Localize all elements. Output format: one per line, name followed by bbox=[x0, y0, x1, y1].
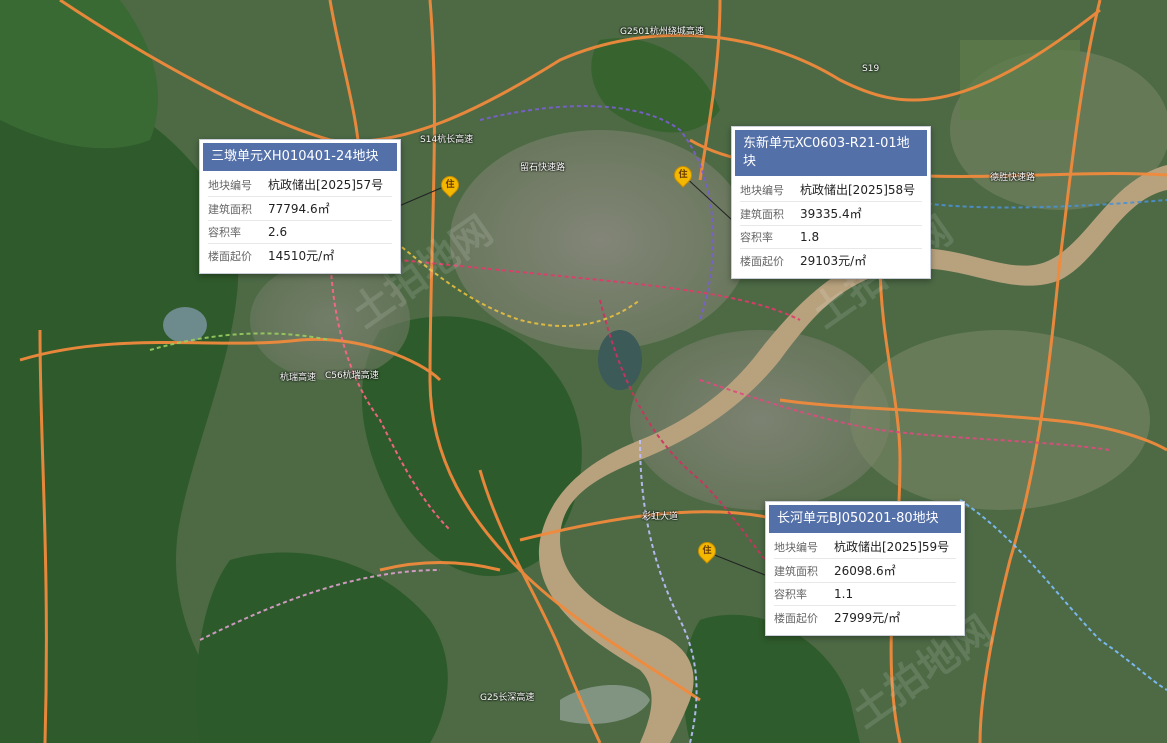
road-label: 彩虹大道 bbox=[642, 512, 679, 522]
row-key: 容积率 bbox=[740, 225, 800, 249]
road-label: 德胜快速路 bbox=[990, 173, 1036, 183]
row-value: 1.1 bbox=[834, 582, 956, 606]
parcel-info-table: 地块编号 杭政储出[2025]59号 建筑面积 26098.6㎡ 容积率 1.1 楼面… bbox=[774, 535, 956, 629]
parcel-popup-changhe: 长河单元BJ050201-80地块 地块编号 杭政储出[2025]59号 建筑面积… bbox=[765, 501, 965, 636]
table-row: 楼面起价 14510元/㎡ bbox=[208, 244, 392, 268]
parcel-popup-sandun: 三墩单元XH010401-24地块 地块编号 杭政储出[2025]57号 建筑面积… bbox=[199, 139, 401, 274]
road-label: 杭瑞高速 bbox=[280, 373, 317, 383]
row-key: 容积率 bbox=[774, 582, 834, 606]
row-key: 建筑面积 bbox=[740, 201, 800, 226]
parcel-info-table: 地块编号 杭政储出[2025]58号 建筑面积 39335.4㎡ 容积率 1.8 楼面… bbox=[740, 178, 922, 272]
row-key: 建筑面积 bbox=[208, 196, 268, 221]
row-value: 2.6 bbox=[268, 220, 392, 244]
row-value: 29103元/㎡ bbox=[800, 254, 867, 268]
row-value: 39335.4㎡ bbox=[800, 201, 922, 226]
row-key: 建筑面积 bbox=[774, 558, 834, 583]
table-row: 容积率 2.6 bbox=[208, 220, 392, 244]
table-row: 建筑面积 26098.6㎡ bbox=[774, 558, 956, 583]
row-value: 26098.6㎡ bbox=[834, 558, 956, 583]
popup-title: 东新单元XC0603-R21-01地块 bbox=[735, 130, 927, 176]
row-value: 杭政储出[2025]58号 bbox=[800, 178, 922, 202]
table-row: 地块编号 杭政储出[2025]58号 bbox=[740, 178, 922, 202]
pin-glyph: 住 bbox=[702, 546, 712, 556]
road-label: S14杭长高速 bbox=[420, 135, 474, 145]
row-value: 1.8 bbox=[800, 225, 922, 249]
parcel-info-table: 地块编号 杭政储出[2025]57号 建筑面积 77794.6㎡ 容积率 2.6 楼面… bbox=[208, 173, 392, 267]
pin-glyph: 住 bbox=[678, 170, 688, 180]
road-label: G2501杭州绕城高速 bbox=[620, 27, 704, 37]
row-key: 楼面起价 bbox=[774, 611, 818, 625]
table-row: 容积率 1.1 bbox=[774, 582, 956, 606]
road-label: 留石快速路 bbox=[520, 163, 566, 173]
row-value: 27999元/㎡ bbox=[834, 611, 901, 625]
parcel-popup-dongxin: 东新单元XC0603-R21-01地块 地块编号 杭政储出[2025]58号 建筑… bbox=[731, 126, 931, 279]
road-label: S19 bbox=[862, 64, 880, 74]
table-row: 楼面起价 27999元/㎡ bbox=[774, 606, 956, 630]
table-row: 地块编号 杭政储出[2025]59号 bbox=[774, 535, 956, 559]
table-row: 楼面起价 29103元/㎡ bbox=[740, 249, 922, 273]
pin-glyph: 住 bbox=[445, 180, 455, 190]
popup-title: 长河单元BJ050201-80地块 bbox=[769, 505, 961, 533]
row-key: 地块编号 bbox=[208, 173, 268, 197]
row-key: 容积率 bbox=[208, 220, 268, 244]
row-value: 杭政储出[2025]59号 bbox=[834, 535, 956, 559]
row-key: 楼面起价 bbox=[208, 249, 252, 263]
row-value: 杭政储出[2025]57号 bbox=[268, 173, 392, 197]
table-row: 容积率 1.8 bbox=[740, 225, 922, 249]
row-key: 地块编号 bbox=[740, 178, 800, 202]
row-value: 77794.6㎡ bbox=[268, 196, 392, 221]
table-row: 建筑面积 77794.6㎡ bbox=[208, 196, 392, 221]
table-row: 建筑面积 39335.4㎡ bbox=[740, 201, 922, 226]
row-value: 14510元/㎡ bbox=[268, 249, 335, 263]
road-label: C56杭瑞高速 bbox=[325, 371, 379, 381]
row-key: 地块编号 bbox=[774, 535, 834, 559]
row-key: 楼面起价 bbox=[740, 254, 784, 268]
satellite-map[interactable] bbox=[0, 0, 1167, 743]
popup-title: 三墩单元XH010401-24地块 bbox=[203, 143, 397, 171]
road-label: G25长深高速 bbox=[480, 693, 535, 703]
table-row: 地块编号 杭政储出[2025]57号 bbox=[208, 173, 392, 197]
